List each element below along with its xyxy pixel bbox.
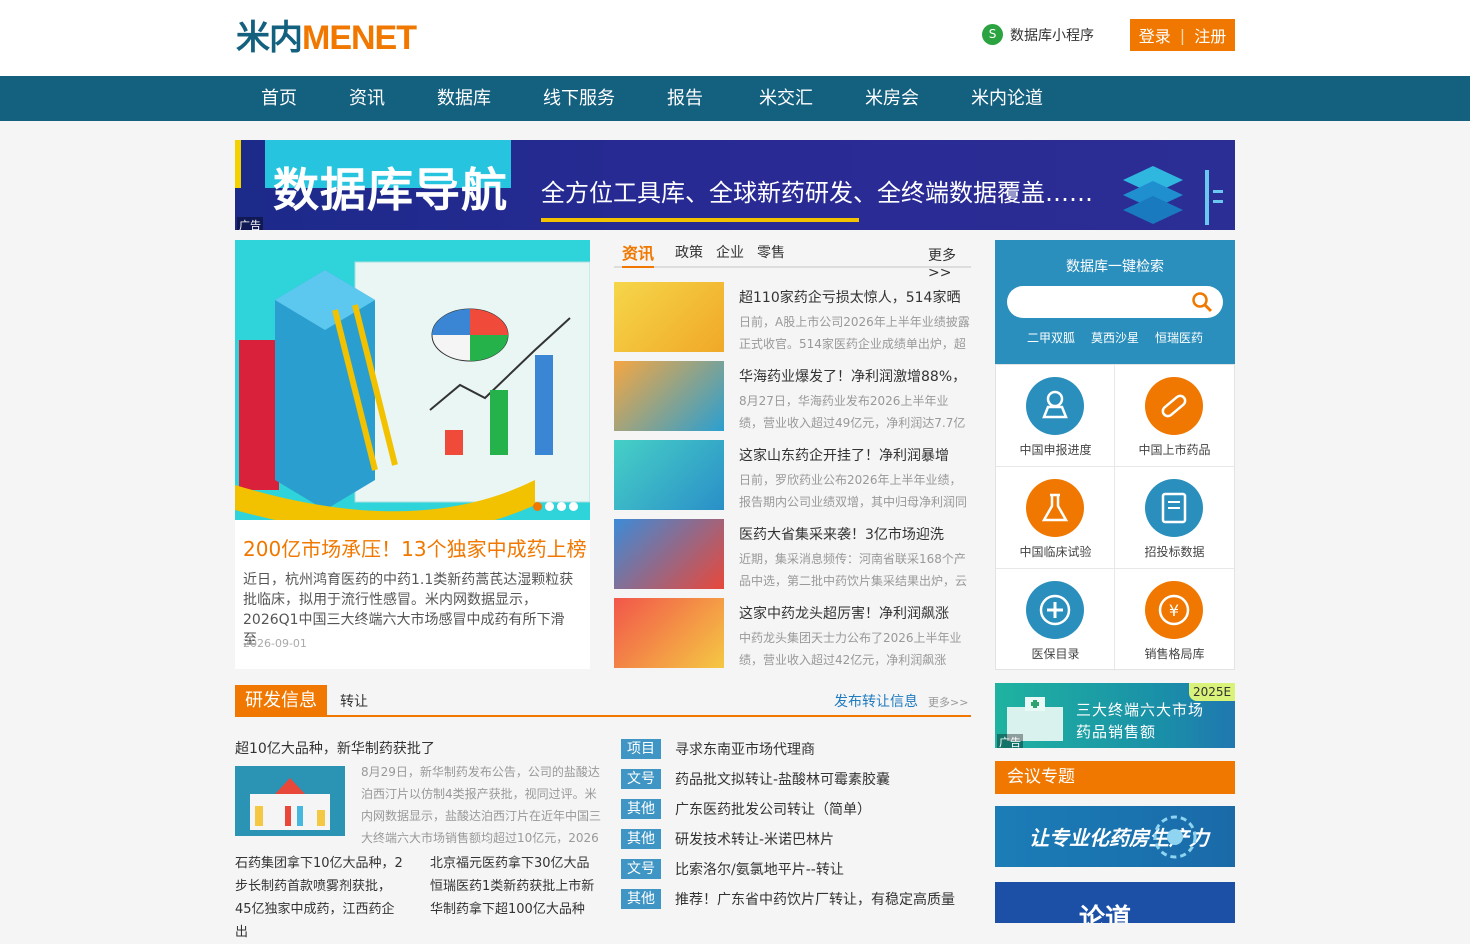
hot-keyword[interactable]: 二甲双胍	[1027, 329, 1075, 346]
rd-lead-image	[235, 766, 345, 836]
news-item[interactable]: 医药大省集采来袭！3亿市场迎洗 近期，集采消息频传：河南省联采168个产品中选，…	[614, 519, 971, 589]
snowflake-icon	[1153, 815, 1197, 859]
db-shortcut[interactable]: 医保目录	[996, 569, 1115, 671]
ad-label: 广告	[237, 217, 263, 230]
forum-ad[interactable]: 论道	[995, 882, 1235, 923]
headline-image	[235, 240, 590, 520]
nav-mijiaohui[interactable]: 米交汇	[759, 76, 813, 121]
year-badge: 2025E	[1189, 683, 1235, 701]
search-icon[interactable]	[1191, 291, 1213, 313]
tab-transfer[interactable]: 转让	[340, 691, 368, 711]
flask-icon	[1026, 479, 1084, 537]
transfer-item[interactable]: 文号 比索洛尔/氨氯地平片--转让	[621, 857, 971, 879]
nav-database[interactable]: 数据库	[437, 76, 491, 121]
login-register-box: 登录 | 注册	[1130, 19, 1235, 51]
site-logo[interactable]: 米内MENET	[236, 18, 417, 58]
db-shortcut[interactable]: ¥ 销售格局库	[1115, 569, 1234, 671]
hot-keyword[interactable]: 恒瑞医药	[1155, 329, 1203, 346]
server-stack-icon	[1123, 166, 1223, 225]
hot-keyword[interactable]: 莫西沙星	[1091, 329, 1139, 346]
news-item[interactable]: 超110家药企亏损太惊人，514家晒 日前，A股上市公司2026年上半年业绩披露…	[614, 282, 971, 352]
tab-retail[interactable]: 零售	[757, 242, 785, 262]
news-thumb	[614, 440, 724, 510]
db-shortcut[interactable]: 中国上市药品	[1115, 365, 1234, 467]
news-thumb	[614, 598, 724, 668]
transfer-item[interactable]: 其他 推荐！广东省中药饮片厂转让，有稳定高质量	[621, 887, 971, 909]
wechat-mini-icon: S	[982, 24, 1003, 45]
tab-news[interactable]: 资讯	[622, 240, 655, 268]
header: 米内MENET S 数据库小程序 登录 | 注册	[0, 0, 1470, 76]
db-search-input[interactable]	[1007, 286, 1223, 318]
transfer-item[interactable]: 项目 寻求东南亚市场代理商	[621, 737, 971, 759]
news-thumb	[614, 519, 724, 589]
transfer-item[interactable]: 其他 研发技术转让-米诺巴林片	[621, 827, 971, 849]
register-button[interactable]: 注册	[1194, 23, 1226, 47]
tab-policy[interactable]: 政策	[675, 242, 703, 262]
rd-news-col-left[interactable]: 石药集团拿下10亿大品种，2步长制药首款喷雾剂获批，45亿独家中成药，江西药企出	[235, 852, 405, 944]
main-nav: 首页 资讯 数据库 线下服务 报告 米交汇 米房会 米内论道	[0, 76, 1470, 121]
database-banner[interactable]: 数据库导航 全方位工具库、全球新药研发、全终端数据覆盖…… 广告	[235, 140, 1235, 230]
pharmacy-ad[interactable]: 让专业化药房生产力	[995, 806, 1235, 867]
nav-milundao[interactable]: 米内论道	[971, 76, 1043, 121]
yen-icon: ¥	[1145, 581, 1203, 639]
news-item[interactable]: 这家山东药企开挂了！净利润暴增 日前，罗欣药业公布2026年上半年业绩，报告期内…	[614, 440, 971, 510]
db-shortcut[interactable]: 中国申报进度	[996, 365, 1115, 467]
nav-offline[interactable]: 线下服务	[543, 76, 615, 121]
ad-label: 广告	[997, 734, 1023, 748]
news-thumb	[614, 361, 724, 431]
news-more-link[interactable]: 更多>>	[928, 245, 971, 281]
pill-icon	[1145, 377, 1203, 435]
market-data-ad[interactable]: 三大终端六大市场 药品销售额 2025E 广告	[995, 683, 1235, 748]
nav-news[interactable]: 资讯	[349, 76, 385, 121]
news-item[interactable]: 这家中药龙头超厉害！净利润飙涨 中药龙头集团天士力公布了2026上半年业绩，营业…	[614, 598, 971, 668]
db-search-panel: 数据库一键检索 二甲双胍 莫西沙星 恒瑞医药	[995, 240, 1235, 364]
news-panel: 资讯 政策 企业 零售 更多>> 超110家药企亏损太惊人，514家晒 日前，A…	[614, 240, 971, 668]
tab-enterprise[interactable]: 企业	[716, 242, 744, 262]
news-thumb	[614, 282, 724, 352]
news-tabs: 资讯 政策 企业 零售 更多>>	[614, 240, 971, 281]
transfer-item[interactable]: 其他 广东医药批发公司转让（简单）	[621, 797, 971, 819]
news-item[interactable]: 华海药业爆发了！净利润激增88%， 8月27日，华海药业发布2026上半年业绩，…	[614, 361, 971, 431]
headline-title[interactable]: 200亿市场承压！13个独家中成药上榜	[243, 533, 587, 562]
nav-mifanghui[interactable]: 米房会	[865, 76, 919, 121]
db-shortcut[interactable]: 中国临床试验	[996, 467, 1115, 569]
plus-circle-icon	[1026, 581, 1084, 639]
headline-date: 2026-09-01	[243, 637, 307, 650]
rd-news-col-right[interactable]: 北京福元医药拿下30亿大品恒瑞医药1类新药获批上市新华制药拿下超100亿大品种	[430, 852, 600, 921]
publish-transfer-link[interactable]: 发布转让信息	[834, 691, 918, 711]
meeting-topic-header[interactable]: 会议专题	[995, 761, 1235, 794]
mini-program-link[interactable]: S 数据库小程序	[982, 24, 1094, 45]
headline-card[interactable]: 200亿市场承压！13个独家中成药上榜 近日，杭州鸿育医药的中药1.1类新药蒿芪…	[235, 240, 590, 669]
banner-title: 数据库导航	[273, 163, 508, 217]
svg-text:¥: ¥	[1169, 601, 1179, 620]
rd-lead-title[interactable]: 超10亿大品种，新华制药获批了	[235, 738, 435, 758]
db-search-title: 数据库一键检索	[1066, 259, 1164, 275]
db-shortcuts: 中国申报进度 中国上市药品 中国临床试验 招投标数据 医保目录 ¥ 销售格局库	[995, 364, 1235, 671]
tab-rd-info[interactable]: 研发信息	[235, 685, 327, 717]
rd-more-link[interactable]: 更多>>	[928, 694, 968, 710]
login-button[interactable]: 登录	[1139, 23, 1171, 47]
banner-subtitle: 全方位工具库、全球新药研发、全终端数据覆盖……	[541, 179, 1093, 207]
nav-report[interactable]: 报告	[667, 76, 703, 121]
carousel-dots[interactable]	[533, 502, 578, 511]
rd-lead-summary: 8月29日，新华制药发布公告，公司的盐酸达泊西汀片以仿制4类报产获批，视同过评。…	[361, 765, 601, 845]
document-check-icon	[1145, 479, 1203, 537]
rd-section-header: 研发信息 转让 发布转让信息 更多>>	[235, 685, 971, 717]
db-shortcut[interactable]: 招投标数据	[1115, 467, 1234, 569]
nav-home[interactable]: 首页	[261, 76, 297, 121]
stamp-icon	[1026, 377, 1084, 435]
transfer-item[interactable]: 文号 药品批文拟转让-盐酸林可霉素胶囊	[621, 767, 971, 789]
